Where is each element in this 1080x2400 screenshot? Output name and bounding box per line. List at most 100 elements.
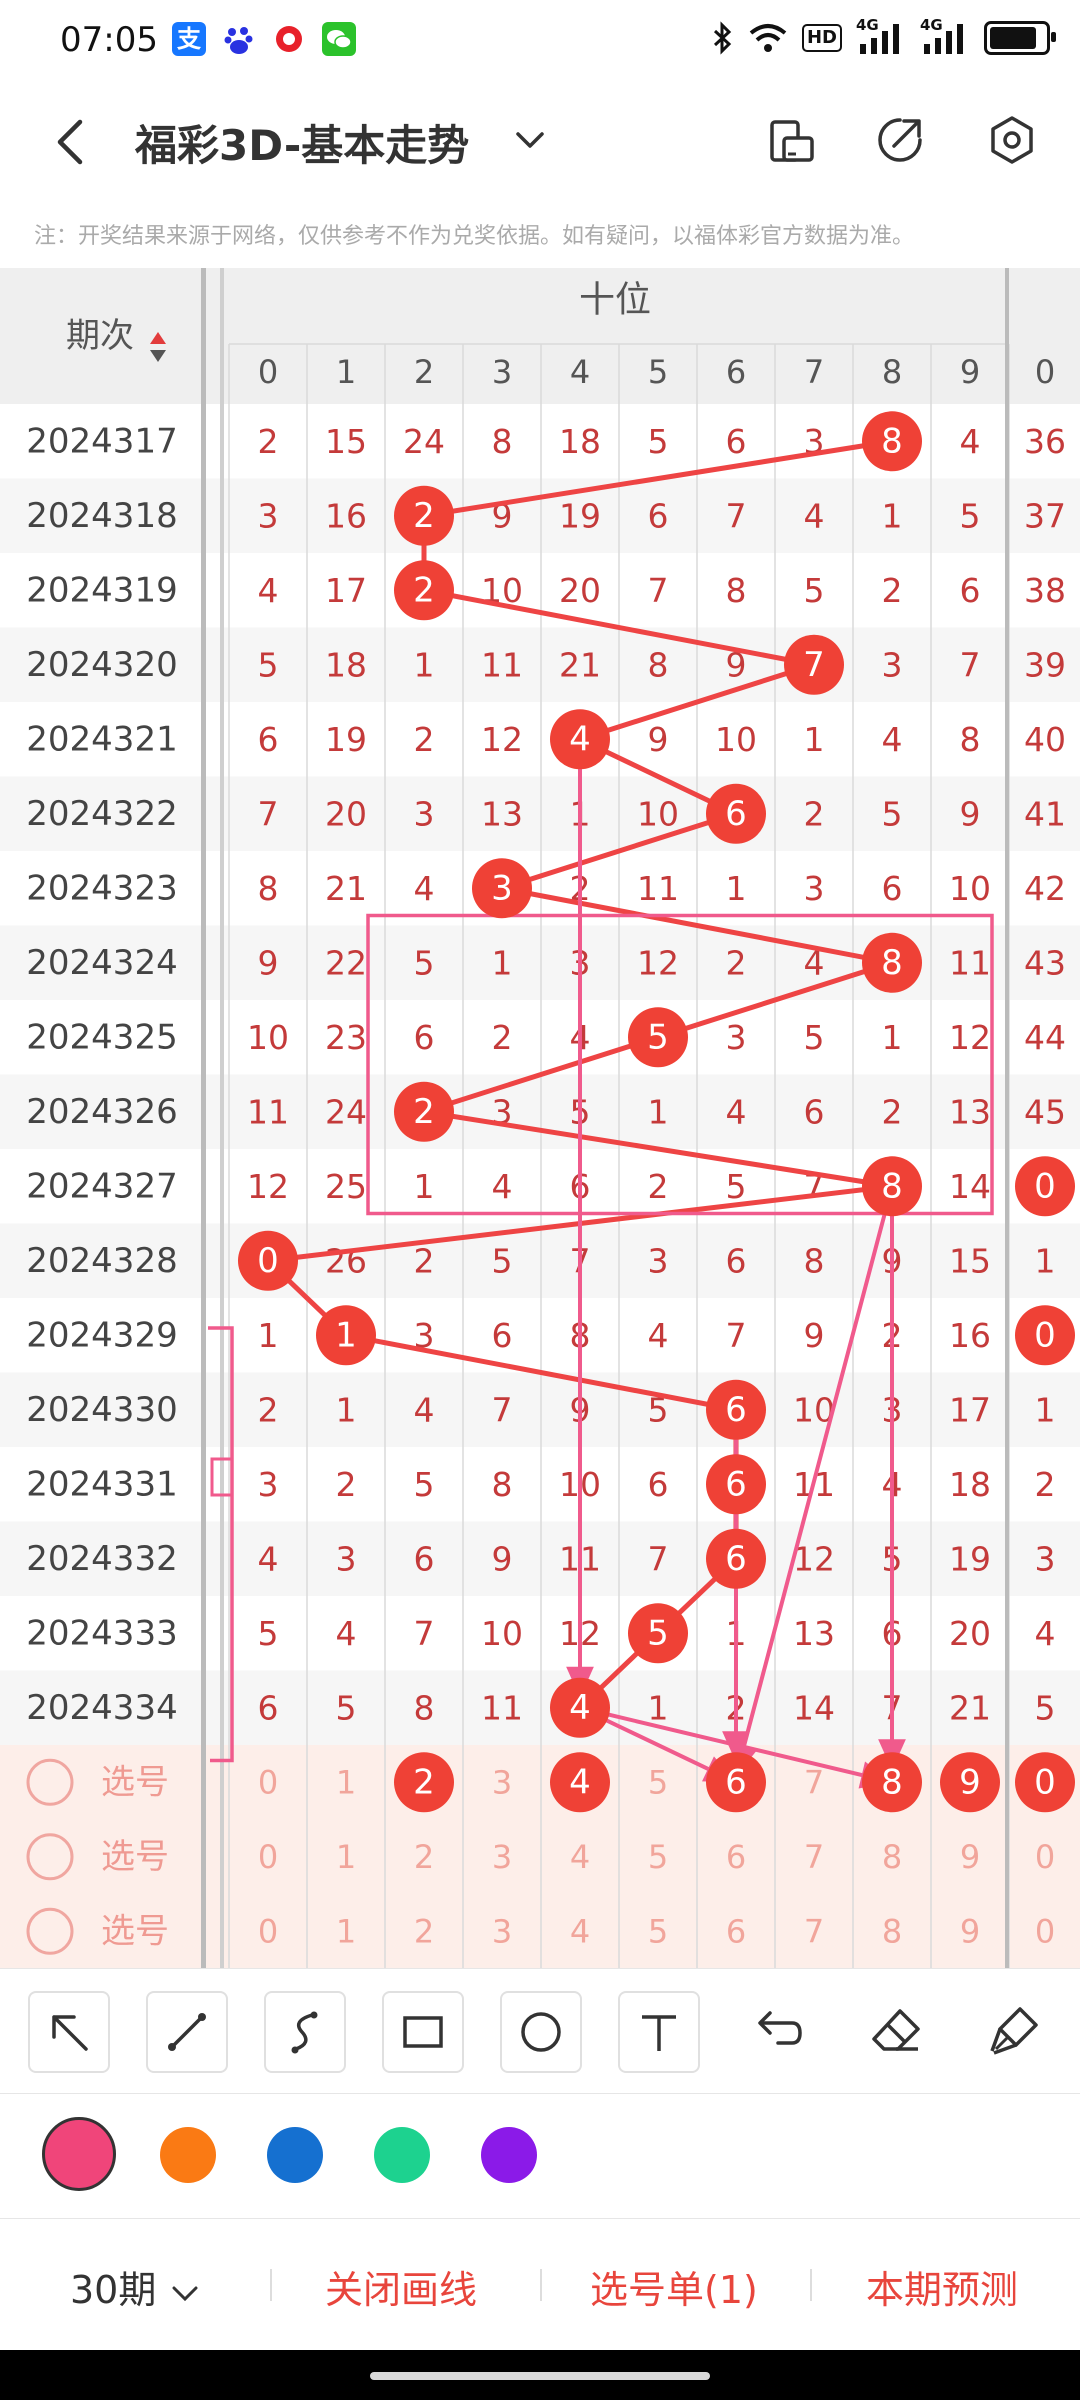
next-section-value: 41 xyxy=(1024,794,1066,833)
next-section-value: 2 xyxy=(1035,1465,1056,1504)
settings-icon[interactable] xyxy=(982,110,1042,170)
omission-value: 20 xyxy=(949,1614,991,1653)
omission-value: 24 xyxy=(403,422,445,461)
omission-value: 5 xyxy=(492,1241,513,1280)
hit-ball-number: 0 xyxy=(1034,1166,1056,1206)
record-icon xyxy=(272,22,306,56)
trend-chart[interactable]: 期次十位0 1 2 3 4 5 6 7 8 9 02024317 2 15 24 8 18 5 6 3 4 362024… xyxy=(0,268,1080,1968)
curve-tool-icon xyxy=(291,2011,318,2054)
omission-value: 2 xyxy=(726,943,747,982)
clear-icon[interactable] xyxy=(984,2001,1044,2061)
omission-value: 14 xyxy=(793,1688,835,1727)
digit-column-header: 0 xyxy=(258,353,278,391)
omission-value: 5 xyxy=(648,422,669,461)
omission-value: 1 xyxy=(648,1092,669,1131)
omission-value: 11 xyxy=(949,943,991,982)
arrow-tool[interactable] xyxy=(28,1991,110,2073)
hit-ball-number: 0 xyxy=(1034,1315,1056,1355)
pick-ball-number: 9 xyxy=(960,1912,980,1950)
hit-ball-number: 4 xyxy=(569,1688,591,1728)
text-tool[interactable] xyxy=(618,1991,700,2073)
column-divider xyxy=(1005,268,1009,1968)
digit-column-header: 5 xyxy=(648,353,668,391)
digit-column-header: 6 xyxy=(726,353,746,391)
omission-value: 4 xyxy=(648,1316,669,1355)
period-select-label: 30期 xyxy=(70,2268,157,2312)
close-drawing-button[interactable]: 关闭画线 xyxy=(325,2259,477,2314)
omission-value: 9 xyxy=(258,943,279,982)
omission-value: 8 xyxy=(804,1241,825,1280)
curve-tool[interactable] xyxy=(264,1991,346,2073)
device-icon[interactable] xyxy=(762,110,822,170)
omission-value: 6 xyxy=(726,422,747,461)
omission-value: 12 xyxy=(793,1539,835,1578)
status-bar: 07:05 支 HD 4G 4G xyxy=(0,0,1080,80)
omission-value: 4 xyxy=(258,1539,279,1578)
color-swatch-pink[interactable] xyxy=(42,2117,116,2191)
back-icon[interactable] xyxy=(42,112,102,172)
home-handle[interactable] xyxy=(370,2372,710,2380)
circle-tool[interactable] xyxy=(500,1991,582,2073)
omission-value: 11 xyxy=(481,1688,523,1727)
pick-list-button[interactable]: 选号单(1) xyxy=(590,2259,758,2314)
pick-ball-number: 0 xyxy=(258,1912,278,1950)
line-tool[interactable] xyxy=(146,1991,228,2073)
wechat-icon xyxy=(322,22,356,56)
eraser-icon[interactable] xyxy=(866,2001,926,2061)
omission-value: 6 xyxy=(414,1539,435,1578)
color-swatch-orange[interactable] xyxy=(160,2127,216,2183)
next-section-value: 37 xyxy=(1024,496,1066,535)
omission-value: 6 xyxy=(960,571,981,610)
omission-value: 4 xyxy=(882,720,903,759)
undo-icon[interactable] xyxy=(748,2001,808,2061)
hit-ball-number: 0 xyxy=(257,1241,279,1281)
omission-value: 4 xyxy=(414,1390,435,1429)
hit-ball-number: 6 xyxy=(725,1464,747,1504)
next-section-value: 3 xyxy=(1035,1539,1056,1578)
omission-value: 7 xyxy=(726,496,747,535)
omission-value: 1 xyxy=(882,496,903,535)
period-select[interactable]: 30期 xyxy=(70,2259,202,2314)
page-title[interactable]: 福彩3D-基本走势 xyxy=(135,112,469,173)
pick-ball-number: 3 xyxy=(492,1763,512,1801)
hit-ball-number: 6 xyxy=(725,1390,747,1430)
omission-value: 1 xyxy=(804,720,825,759)
color-swatch-green[interactable] xyxy=(374,2127,430,2183)
pick-ball-number: 8 xyxy=(882,1838,902,1876)
pick-row-label: 选号 xyxy=(101,1762,169,1802)
baidu-icon xyxy=(222,22,256,56)
omission-value: 7 xyxy=(726,1316,747,1355)
pick-row-label: 选号 xyxy=(101,1911,169,1951)
bluetooth-icon xyxy=(713,21,732,55)
omission-value: 6 xyxy=(804,1092,825,1131)
pick-ball-number: 5 xyxy=(648,1763,668,1801)
rectangle-tool[interactable] xyxy=(382,1991,464,2073)
omission-value: 11 xyxy=(247,1092,289,1131)
predict-button[interactable]: 本期预测 xyxy=(866,2259,1018,2314)
hit-ball-number: 6 xyxy=(725,1539,747,1579)
omission-value: 6 xyxy=(258,720,279,759)
digit-column-header: 8 xyxy=(882,353,902,391)
hit-ball-number: 8 xyxy=(881,421,903,461)
omission-value: 26 xyxy=(325,1241,367,1280)
omission-value: 25 xyxy=(325,1167,367,1206)
omission-value: 10 xyxy=(949,869,991,908)
omission-value: 5 xyxy=(726,1167,747,1206)
omission-value: 7 xyxy=(414,1614,435,1653)
share-icon[interactable] xyxy=(870,110,930,170)
pick-ball-number: 1 xyxy=(336,1912,356,1950)
pick-ball-number: 9 xyxy=(959,1762,981,1802)
omission-value: 1 xyxy=(648,1688,669,1727)
omission-value: 21 xyxy=(559,645,601,684)
color-swatch-purple[interactable] xyxy=(481,2127,537,2183)
omission-value: 5 xyxy=(258,1614,279,1653)
omission-value: 6 xyxy=(648,496,669,535)
omission-value: 4 xyxy=(414,869,435,908)
omission-value: 3 xyxy=(258,496,279,535)
omission-value: 15 xyxy=(325,422,367,461)
digit-column-header: 3 xyxy=(492,353,512,391)
column-divider xyxy=(201,268,206,1968)
omission-value: 5 xyxy=(960,496,981,535)
chevron-down-icon[interactable] xyxy=(510,120,550,160)
color-swatch-blue[interactable] xyxy=(267,2127,323,2183)
